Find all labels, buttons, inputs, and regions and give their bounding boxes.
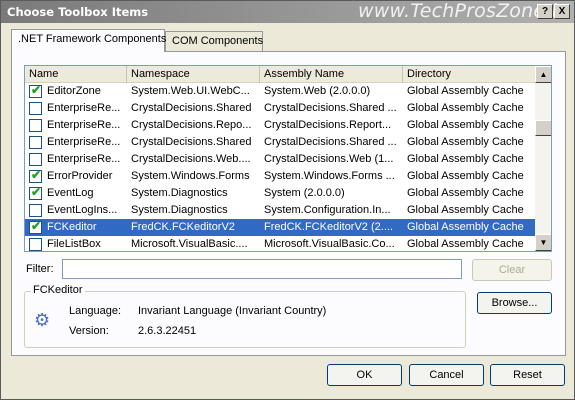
version-value: 2.6.3.22451 [138,325,197,337]
cell-assembly: System.Configuration.In... [264,204,391,216]
table-row[interactable]: EventLog System.Diagnostics System (2.0.0.… [25,185,535,202]
window-title: Choose Toolbox Items [7,5,149,19]
scroll-down-button[interactable]: ▼ [535,234,551,251]
cell-assembly: System.Web (2.0.0.0) [264,85,371,97]
cell-namespace: System.Diagnostics [131,204,228,216]
vertical-scrollbar[interactable]: ▲ ▼ [535,66,551,251]
cell-namespace: CrystalDecisions.Shared [131,102,252,114]
cell-assembly: Microsoft.VisualBasic.Co... [264,238,395,250]
scroll-thumb[interactable] [535,120,551,136]
column-header-namespace[interactable]: Namespace [127,66,260,83]
table-row[interactable]: EnterpriseRe... CrystalDecisions.Repo... C… [25,117,535,134]
ok-button[interactable]: OK [327,364,402,386]
checkmark-icon: ✔ [31,168,42,182]
close-button[interactable]: X [554,4,570,19]
row-checkbox[interactable] [29,153,42,166]
cell-namespace: CrystalDecisions.Shared [131,136,252,148]
cell-directory: Global Assembly Cache [407,85,524,97]
checkmark-icon: ✔ [31,219,42,233]
watermark-text: www.TechProsZone.i [358,0,557,22]
reset-button[interactable]: Reset [490,364,565,386]
row-checkbox[interactable] [29,119,42,132]
title-bar[interactable]: Choose Toolbox Items www.TechProsZone.i … [1,0,574,23]
clear-button[interactable]: Clear [472,259,552,281]
cell-assembly: System.Windows.Forms ... [264,170,395,182]
table-row[interactable]: EventLogIns... System.Diagnostics System.C… [25,202,535,219]
cell-directory: Global Assembly Cache [407,119,524,131]
cell-directory: Global Assembly Cache [407,187,524,199]
help-button[interactable]: ? [537,4,553,19]
version-label: Version: [69,325,109,337]
tab-panel: Name Namespace Assembly Name Directory E… [11,51,566,356]
row-checkbox[interactable] [29,102,42,115]
column-header-directory[interactable]: Directory [403,66,535,83]
filter-input[interactable] [62,259,462,279]
cell-namespace: System.Diagnostics [131,187,228,199]
row-checkbox[interactable]: ✔ [29,83,42,98]
table-row[interactable]: EnterpriseRe... CrystalDecisions.Web.... C… [25,151,535,168]
cell-directory: Global Assembly Cache [407,204,524,216]
row-checkbox[interactable] [29,238,42,251]
component-gear-icon: ⚙ [34,310,51,330]
table-row[interactable]: EnterpriseRe... CrystalDecisions.Shared Cr… [25,100,535,117]
cell-assembly: CrystalDecisions.Shared ... [264,102,397,114]
list-header: Name Namespace Assembly Name Directory [25,66,535,83]
table-row[interactable]: EnterpriseRe... CrystalDecisions.Shared Cr… [25,134,535,151]
tab-net-framework-components[interactable]: .NET Framework Components [11,29,166,52]
column-header-assembly-name[interactable]: Assembly Name [260,66,403,83]
cell-directory: Global Assembly Cache [403,219,535,236]
cell-namespace: System.Windows.Forms [131,170,250,182]
cell-directory: Global Assembly Cache [407,136,524,148]
cell-namespace: FredCK.FCKeditorV2 [127,219,260,236]
row-checkbox[interactable] [29,204,42,217]
cell-directory: Global Assembly Cache [407,170,524,182]
cell-namespace: System.Web.UI.WebC... [131,85,250,97]
component-details-group: FCKeditor ⚙ Language: Invariant Language… [24,284,466,348]
cell-namespace: Microsoft.VisualBasic.... [131,238,248,250]
table-row[interactable]: FCKeditor FredCK.FCKeditorV2 FredCK.FCKedi… [25,219,535,236]
checkmark-icon: ✔ [31,83,42,97]
scroll-up-button[interactable]: ▲ [535,66,551,83]
cell-assembly: CrystalDecisions.Web (1... [264,153,394,165]
cell-directory: Global Assembly Cache [407,238,524,250]
row-checkbox[interactable] [29,136,42,149]
row-checkbox[interactable]: ✔ [29,185,42,200]
language-value: Invariant Language (Invariant Country) [138,305,327,317]
cancel-button[interactable]: Cancel [409,364,484,386]
cell-assembly: FredCK.FCKeditorV2 (2.... [260,219,403,236]
cell-namespace: CrystalDecisions.Repo... [131,119,252,131]
cell-assembly: System (2.0.0.0) [264,187,345,199]
group-title: FCKeditor [31,284,85,296]
table-row[interactable]: FileListBox Microsoft.VisualBasic.... Micr… [25,236,535,251]
cell-namespace: CrystalDecisions.Web.... [131,153,251,165]
table-row[interactable]: EditorZone System.Web.UI.WebC... System.We… [25,83,535,100]
tab-com-components[interactable]: COM Components [165,31,263,52]
table-row[interactable]: ErrorProvider System.Windows.Forms System.… [25,168,535,185]
cell-assembly: CrystalDecisions.Report... [264,119,392,131]
language-label: Language: [69,305,121,317]
column-header-name[interactable]: Name [25,66,127,83]
cell-assembly: CrystalDecisions.Shared ... [264,136,397,148]
cell-directory: Global Assembly Cache [407,102,524,114]
browse-button[interactable]: Browse... [477,292,552,314]
row-checkbox[interactable]: ✔ [29,168,42,183]
choose-toolbox-items-dialog: Choose Toolbox Items www.TechProsZone.i … [0,0,575,400]
checkmark-icon: ✔ [31,185,42,199]
components-list[interactable]: Name Namespace Assembly Name Directory E… [24,65,552,252]
filter-label: Filter: [26,263,54,275]
row-checkbox[interactable]: ✔ [29,219,42,234]
cell-directory: Global Assembly Cache [407,153,524,165]
